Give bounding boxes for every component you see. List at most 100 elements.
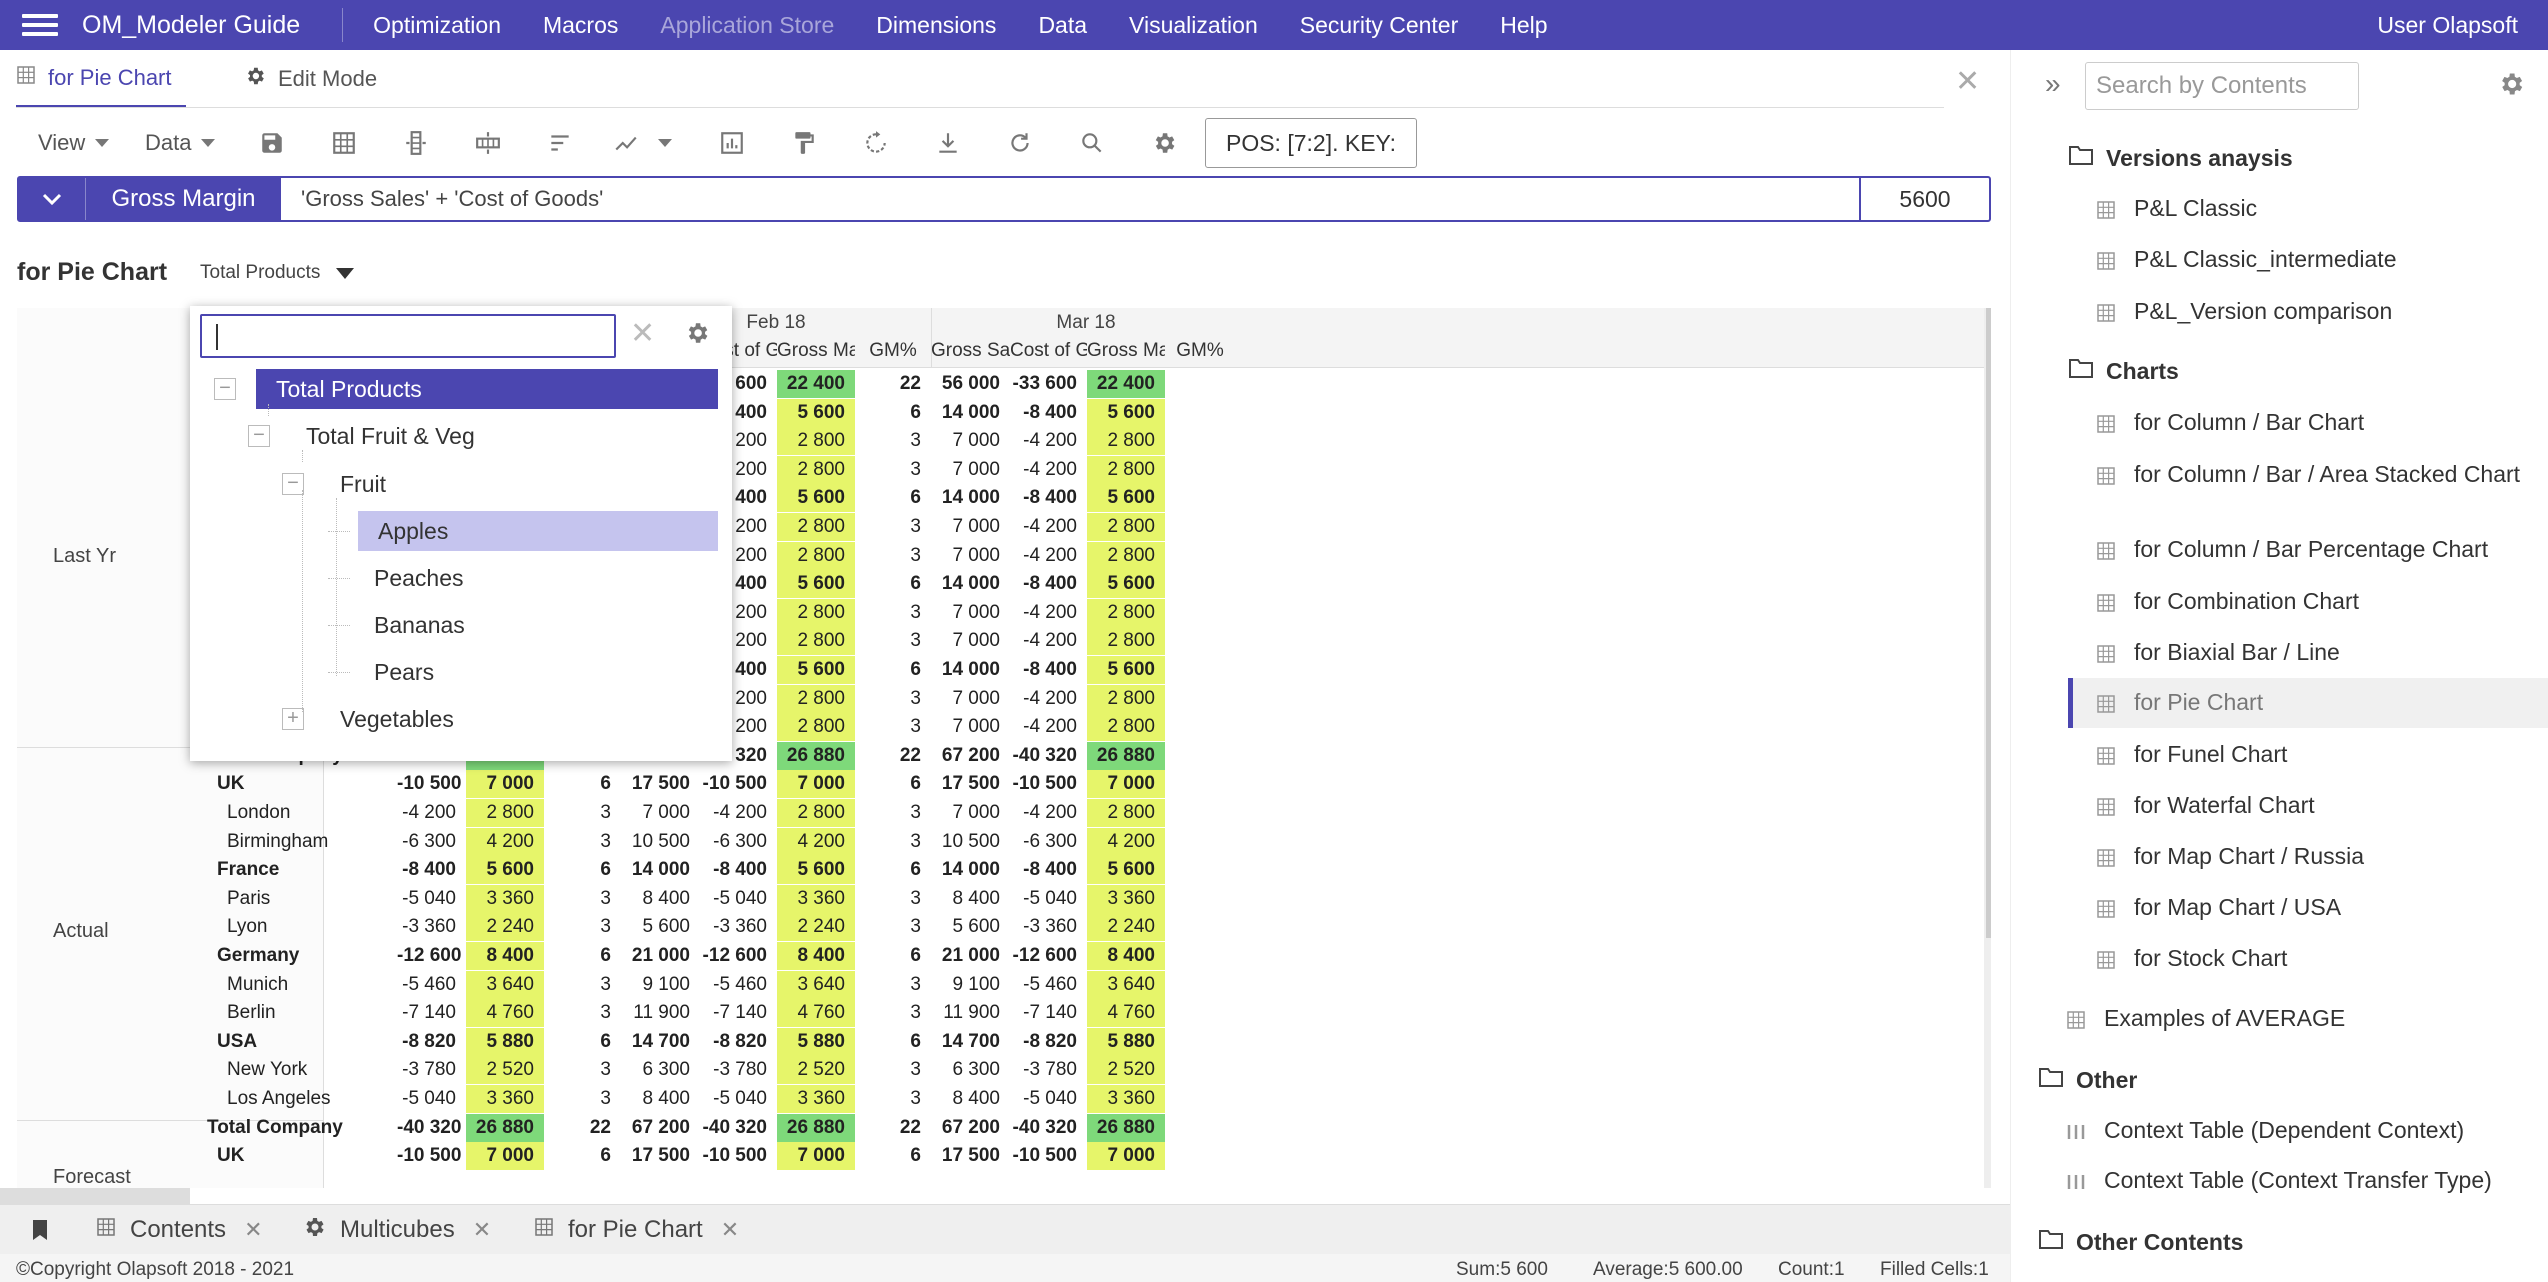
row-label[interactable]: Germany	[217, 942, 299, 970]
table-cell[interactable]: -3 780	[700, 1056, 777, 1084]
table-cell[interactable]: 2 520	[1087, 1056, 1165, 1085]
collapse-icon[interactable]: −	[248, 425, 270, 447]
table-cell[interactable]: -5 460	[700, 971, 777, 999]
folder-other[interactable]: Other	[2038, 1066, 2137, 1094]
tree-node[interactable]: Bananas	[358, 605, 718, 645]
table-cell[interactable]: 56 000	[931, 370, 1010, 398]
table-cell[interactable]: 7 000	[777, 1142, 855, 1171]
folder-other-contents[interactable]: Other Contents	[2038, 1228, 2243, 1256]
table-cell[interactable]: 3	[544, 799, 621, 827]
table-cell[interactable]: 22	[855, 1114, 931, 1142]
table-cell[interactable]: -10 500	[397, 770, 466, 798]
table-cell[interactable]: 2 520	[466, 1056, 544, 1085]
table-cell[interactable]: 3	[855, 456, 931, 484]
table-cell[interactable]: -3 780	[1010, 1056, 1087, 1084]
table-cell[interactable]: -4 200	[1010, 427, 1087, 455]
table-cell[interactable]: 2 520	[777, 1056, 855, 1085]
menu-item-visualization[interactable]: Visualization	[1129, 12, 1258, 39]
table-cell[interactable]	[1165, 742, 1235, 770]
table-cell[interactable]: 7 000	[931, 456, 1010, 484]
clear-icon[interactable]: ✕	[630, 316, 655, 351]
table-cell[interactable]: 2 800	[777, 598, 855, 627]
table-cell[interactable]: 3	[544, 913, 621, 941]
table-cell[interactable]: 3	[855, 971, 931, 999]
table-cell[interactable]	[1165, 913, 1235, 941]
table-cell[interactable]: 7 000	[1087, 1142, 1165, 1171]
tree-node[interactable]: Vegetables	[324, 699, 718, 739]
table-cell[interactable]: 10 500	[621, 828, 700, 856]
table-cell[interactable]: 7 000	[931, 542, 1010, 570]
bottom-tab-multicubes[interactable]: Multicubes ✕	[302, 1205, 491, 1255]
tree-node[interactable]: Fruit	[324, 464, 718, 504]
sidebar-item-for-map-chart-usa[interactable]: for Map Chart / USA	[2096, 893, 2536, 925]
table-cell[interactable]: 8 400	[621, 1085, 700, 1113]
row-label[interactable]: Birmingham	[227, 828, 328, 856]
scrollbar-thumb[interactable]	[0, 1188, 190, 1204]
table-cell[interactable]	[1165, 856, 1235, 884]
table-cell[interactable]: 10 500	[931, 828, 1010, 856]
table-cell[interactable]: -4 200	[1010, 599, 1087, 627]
table-cell[interactable]: 3 360	[466, 884, 544, 913]
table-cell[interactable]: 3 640	[777, 970, 855, 999]
table-cell[interactable]: 21 000	[621, 942, 700, 970]
column-header[interactable]: GM%	[1165, 340, 1235, 362]
row-height-icon[interactable]	[468, 112, 508, 174]
table-cell[interactable]: 3	[855, 685, 931, 713]
table-cell[interactable]	[1165, 570, 1235, 598]
table-cell[interactable]: 14 000	[931, 656, 1010, 684]
table-cell[interactable]: -7 140	[700, 999, 777, 1027]
table-cell[interactable]: -8 400	[1010, 856, 1087, 884]
table-cell[interactable]: 17 500	[931, 770, 1010, 798]
table-cell[interactable]: 3	[855, 427, 931, 455]
table-cell[interactable]: 3	[855, 1056, 931, 1084]
folder-charts[interactable]: Charts	[2068, 357, 2179, 385]
table-cell[interactable]: 6 300	[621, 1056, 700, 1084]
table-cell[interactable]	[1165, 513, 1235, 541]
sidebar-item-p-l-classic-intermediate[interactable]: P&L Classic_intermediate	[2096, 245, 2536, 277]
table-cell[interactable]: -6 300	[1010, 828, 1087, 856]
table-cell[interactable]: -5 040	[700, 885, 777, 913]
table-cell[interactable]: 5 600	[931, 913, 1010, 941]
menu-item-application-store[interactable]: Application Store	[660, 12, 834, 39]
table-cell[interactable]: 2 800	[777, 541, 855, 570]
tree-node[interactable]: Total Fruit & Veg	[290, 416, 718, 456]
table-cell[interactable]: 22 400	[777, 370, 855, 398]
sidebar-item-for-pie-chart[interactable]: for Pie Chart	[2096, 688, 2536, 720]
column-header[interactable]: Gross Margin	[1087, 340, 1165, 362]
table-cell[interactable]: 22	[855, 742, 931, 770]
table-cell[interactable]: 26 880	[1087, 741, 1165, 770]
table-cell[interactable]: -8 400	[1010, 484, 1087, 512]
table-cell[interactable]: 6	[544, 1142, 621, 1170]
sidebar-item-for-column-bar-area-stacked-chart[interactable]: for Column / Bar / Area Stacked Chart	[2096, 460, 2536, 492]
table-cell[interactable]: 3 640	[466, 970, 544, 999]
table-cell[interactable]: -40 320	[700, 1114, 777, 1142]
table-cell[interactable]: 3	[855, 913, 931, 941]
table-cell[interactable]: 2 800	[1087, 713, 1165, 742]
sidebar-item-context-table-dependent-context[interactable]: Context Table (Dependent Context)	[2066, 1116, 2536, 1148]
settings-icon[interactable]	[1144, 112, 1184, 174]
expand-icon[interactable]: +	[282, 708, 304, 730]
sidebar-item-for-combination-chart[interactable]: for Combination Chart	[2096, 587, 2536, 619]
table-cell[interactable]: -4 200	[1010, 513, 1087, 541]
table-cell[interactable]: 2 800	[1087, 598, 1165, 627]
table-cell[interactable]	[1165, 799, 1235, 827]
table-cell[interactable]: 2 240	[777, 913, 855, 942]
table-cell[interactable]: 2 800	[1087, 427, 1165, 456]
row-label[interactable]: Berlin	[227, 999, 276, 1027]
table-cell[interactable]: 3	[855, 999, 931, 1027]
menu-item-optimization[interactable]: Optimization	[373, 12, 501, 39]
table-cell[interactable]: -12 600	[700, 942, 777, 970]
vertical-scrollbar[interactable]	[1984, 308, 1991, 1188]
table-cell[interactable]	[1165, 1085, 1235, 1113]
product-selector[interactable]: Total Products	[200, 262, 355, 284]
table-cell[interactable]: 3	[544, 1085, 621, 1113]
tree-node[interactable]: Peaches	[358, 558, 718, 598]
table-cell[interactable]: 2 800	[1087, 455, 1165, 484]
table-cell[interactable]: 6	[855, 856, 931, 884]
menu-item-macros[interactable]: Macros	[543, 12, 618, 39]
table-cell[interactable]: 9 100	[621, 971, 700, 999]
table-cell[interactable]: 5 600	[777, 656, 855, 684]
table-cell[interactable]: 7 000	[466, 770, 544, 799]
table-cell[interactable]: -6 300	[397, 828, 466, 856]
tree-node[interactable]: Total Products	[256, 369, 718, 409]
